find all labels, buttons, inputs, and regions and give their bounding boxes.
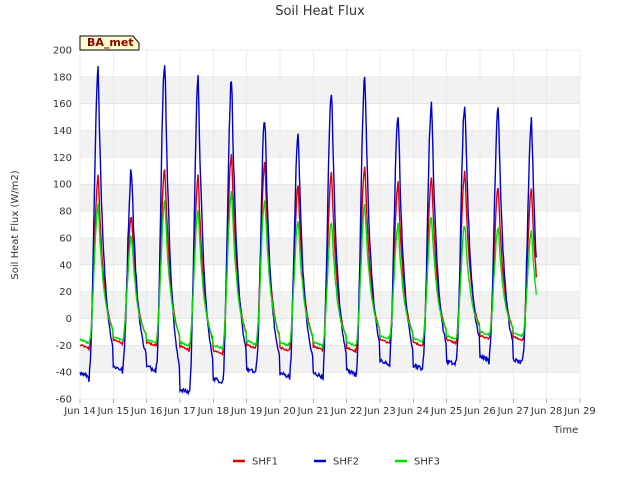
x-tick-label: Jun 23 [363,406,396,417]
chart-title: Soil Heat Flux [275,4,365,19]
y-tick-label: 200 [53,46,72,57]
y-tick-label: 80 [59,207,72,218]
x-tick-label: Jun 29 [563,406,596,417]
y-tick-label: 40 [59,260,72,271]
y-axis-label: Soil Heat Flux (W/m2) [10,170,21,279]
y-tick-label: 160 [53,99,72,110]
x-tick-label: Jun 16 [130,406,163,417]
legend-label-shf2: SHF2 [333,457,359,468]
x-tick-label: Jun 27 [497,406,530,417]
x-tick-label: Jun 15 [97,406,130,417]
x-axis: Jun 14 Jun 15 Jun 16 Jun 17 Jun 18 Jun 19 Jun … [63,399,596,417]
y-tick-label: 20 [59,287,72,298]
legend-label-shf1: SHF1 [252,457,278,468]
x-tick-label: Jun 26 [463,406,496,417]
y-axis: -60 -40 -20 0 20 40 60 80 100 120 140 160 180 200 [53,46,72,406]
y-tick-label: -60 [56,395,72,406]
x-tick-label: Jun 22 [330,406,363,417]
y-tick-label: 60 [59,233,72,244]
y-tick-label: 180 [53,72,72,83]
x-tick-label: Jun 19 [230,406,263,417]
y-tick-label: -20 [56,341,72,352]
x-tick-label: Jun 18 [197,406,230,417]
x-tick-label: Jun 28 [530,406,563,417]
x-axis-label: Time [553,425,578,436]
x-tick-label: Jun 14 [63,406,96,417]
x-tick-label: Jun 24 [397,406,430,417]
x-tick-label: Jun 20 [263,406,296,417]
legend: SHF1 SHF2 SHF3 [233,457,440,468]
y-tick-label: 140 [53,126,72,137]
site-badge: BA_met [79,35,140,51]
y-tick-label: 0 [66,314,72,325]
x-tick-label: Jun 25 [430,406,463,417]
x-tick-label: Jun 21 [297,406,330,417]
y-tick-label: -40 [56,368,72,379]
x-tick-label: Jun 17 [163,406,196,417]
y-tick-label: 120 [53,153,72,164]
chart: Soil Heat Flux -60 -40 -20 0 20 40 60 80 100 120 1… [10,4,596,468]
badge-label: BA_met [87,36,134,49]
legend-label-shf3: SHF3 [414,457,440,468]
y-tick-label: 100 [53,180,72,191]
